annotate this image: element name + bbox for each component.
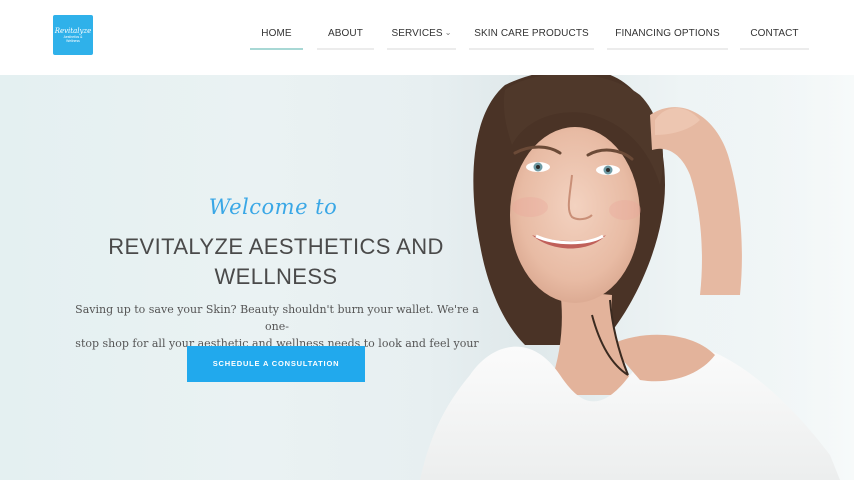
- nav-financing-label: FINANCING OPTIONS: [615, 28, 720, 39]
- logo-subtext-2: Wellness: [66, 39, 80, 43]
- welcome-script-heading: Welcome to: [208, 195, 338, 219]
- schedule-consultation-button[interactable]: SCHEDULE A CONSULTATION: [187, 346, 365, 382]
- nav-skin-care-products[interactable]: SKIN CARE PRODUCTS: [469, 20, 594, 50]
- nav-contact-label: CONTACT: [750, 28, 799, 39]
- hero-banner: Welcome to REVITALYZE AESTHETICS AND WEL…: [0, 75, 854, 480]
- brand-logo[interactable]: Revitalyze Aesthetics & Wellness: [53, 15, 93, 55]
- nav-contact[interactable]: CONTACT: [740, 20, 809, 50]
- site-header: Revitalyze Aesthetics & Wellness HOME AB…: [0, 0, 854, 75]
- hero-title: REVITALYZE AESTHETICS AND WELLNESS: [80, 232, 472, 292]
- hero-subtitle-line-1: Saving up to save your Skin? Beauty shou…: [75, 303, 479, 333]
- nav-about-label: ABOUT: [328, 28, 363, 39]
- nav-financing-options[interactable]: FINANCING OPTIONS: [607, 20, 728, 50]
- hero-title-line-2: WELLNESS: [214, 264, 338, 289]
- nav-about[interactable]: ABOUT: [317, 20, 374, 50]
- nav-skin-care-label: SKIN CARE PRODUCTS: [474, 28, 589, 39]
- nav-services[interactable]: SERVICES ⌄: [387, 20, 456, 50]
- chevron-down-icon: ⌄: [444, 28, 452, 37]
- nav-services-label: SERVICES: [391, 28, 443, 39]
- logo-script-text: Revitalyze: [54, 26, 92, 35]
- nav-home-label: HOME: [261, 28, 292, 39]
- hero-title-line-1: REVITALYZE AESTHETICS AND: [108, 234, 444, 259]
- nav-home[interactable]: HOME: [250, 20, 303, 50]
